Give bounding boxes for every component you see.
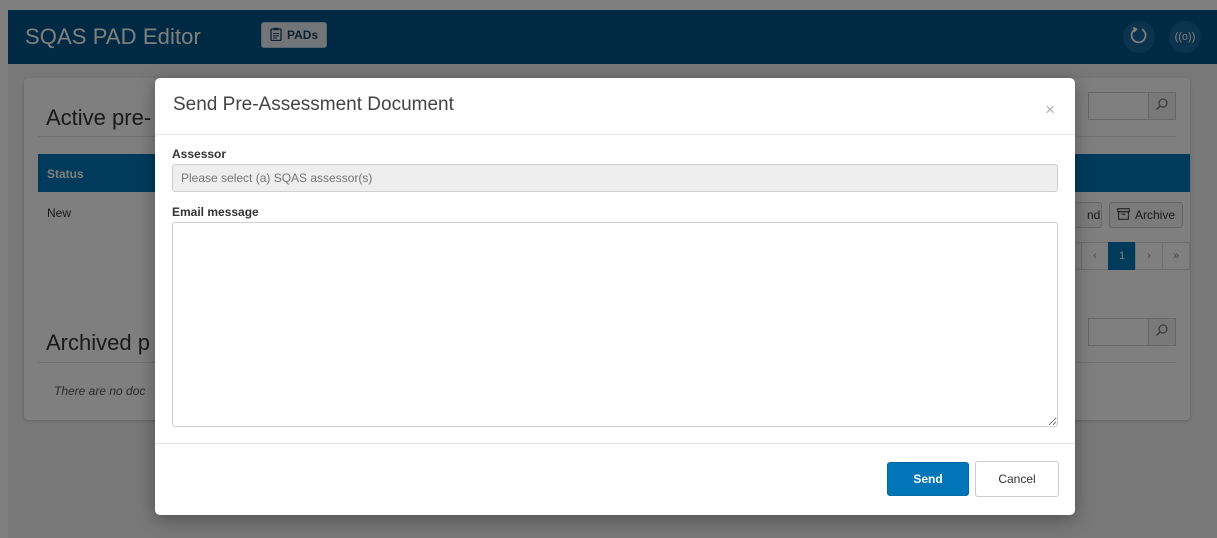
modal-header-divider [155,134,1075,135]
email-message-label: Email message [172,205,259,219]
email-message-textarea[interactable] [172,222,1058,427]
send-pad-modal: Send Pre-Assessment Document × Assessor … [155,78,1075,515]
send-button[interactable]: Send [887,462,969,496]
modal-footer-divider [155,443,1075,444]
close-icon[interactable]: × [1045,100,1055,120]
cancel-button[interactable]: Cancel [975,461,1059,497]
assessor-label: Assessor [172,147,227,161]
assessor-select[interactable] [172,164,1058,192]
modal-title: Send Pre-Assessment Document [173,94,454,115]
